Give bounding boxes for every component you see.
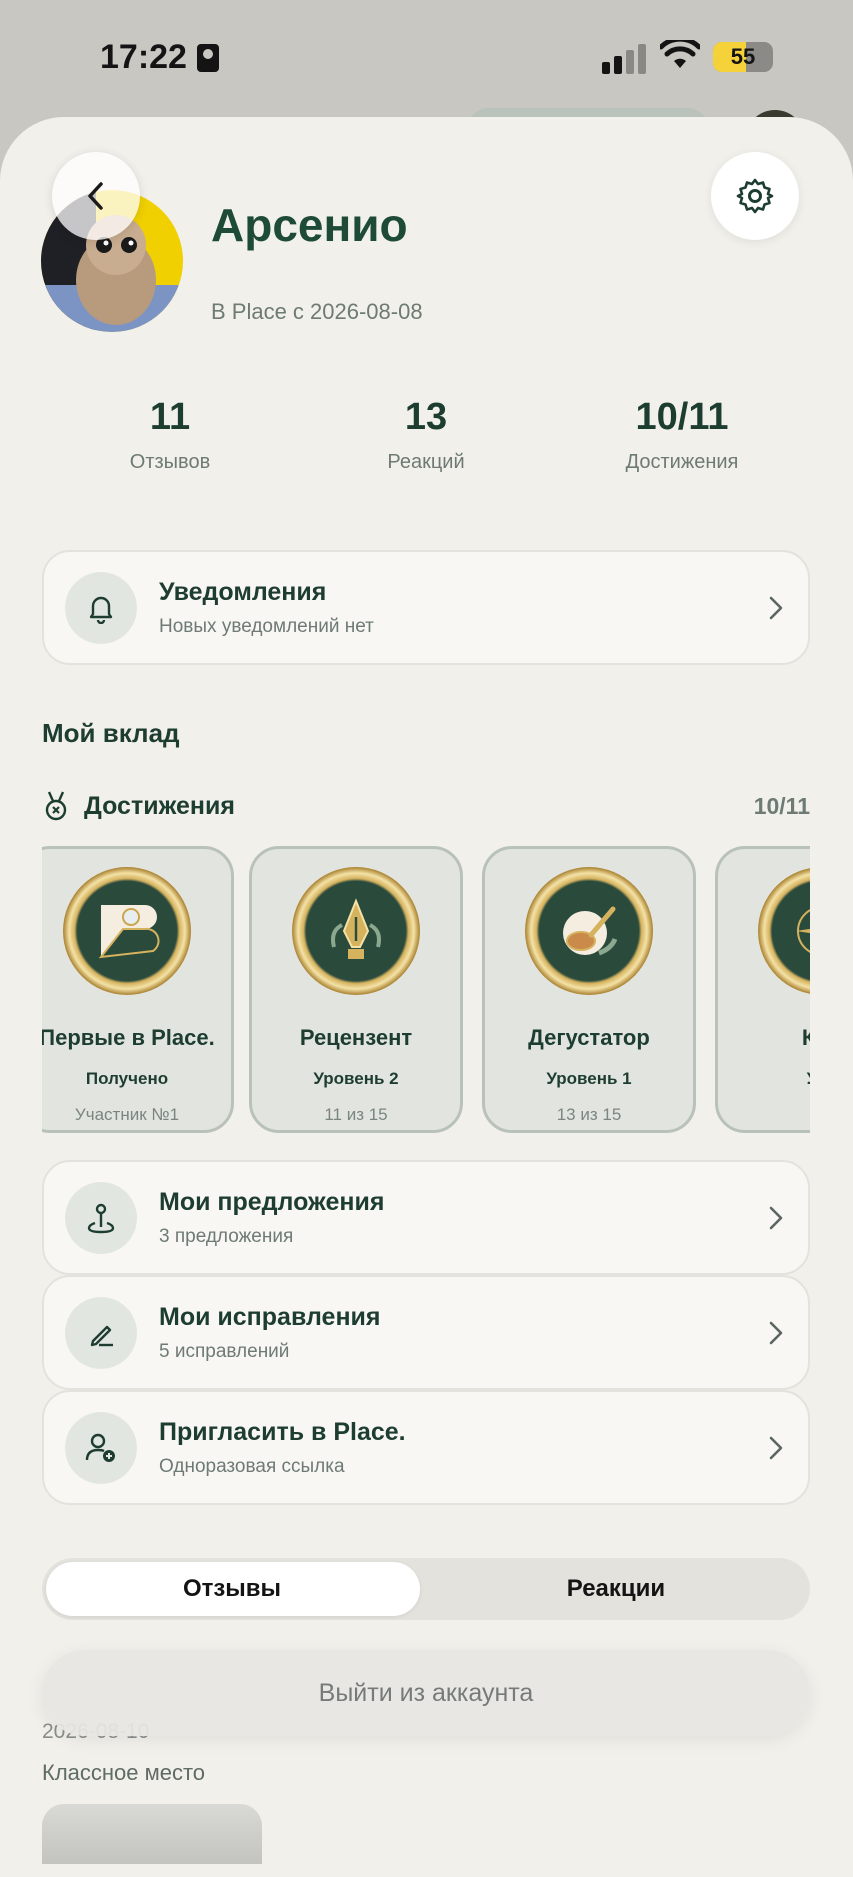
achievements-label: Достижения: [84, 791, 235, 820]
back-button[interactable]: [52, 152, 140, 240]
badge-level: Уро: [718, 1069, 810, 1089]
badge-level: Уровень 1: [546, 1069, 632, 1088]
achievements-carousel[interactable]: Первые в Place. Получено Участник №1 Рец…: [42, 846, 810, 1134]
chevron-right-icon: [769, 1206, 783, 1229]
stat-value: 13: [404, 396, 448, 438]
gear-icon: [736, 178, 774, 214]
logout-button[interactable]: Выйти из аккаунта: [42, 1650, 810, 1736]
id-card-icon: [196, 43, 219, 72]
achievements-header[interactable]: Достижения 10/11: [42, 790, 810, 822]
pencil-icon: [65, 1296, 137, 1369]
badge-card[interactable]: Рецензент Уровень 2 11 из 15: [249, 846, 463, 1133]
review-text: Классное место: [42, 1760, 206, 1785]
tab-reviews[interactable]: Отзывы: [42, 1558, 422, 1620]
stat-label: Отзывов: [129, 451, 211, 473]
medal-icon: [45, 791, 67, 821]
chevron-right-icon: [769, 596, 783, 619]
menu-subtitle: 3 предложения: [159, 1225, 294, 1247]
status-bar: 17:22 55: [0, 0, 853, 110]
diamond-badge-icon: [63, 867, 191, 995]
compass-badge-icon: [758, 867, 810, 995]
menu-title: Пригласить в Place.: [159, 1417, 406, 1446]
badge-progress: 1: [718, 1105, 810, 1125]
notifications-subtitle: Новых уведомлений нет: [159, 615, 374, 637]
settings-button[interactable]: [711, 152, 799, 240]
battery-level: 55: [730, 44, 756, 69]
stat-label: Достижения: [625, 451, 739, 473]
menu-subtitle: Одноразовая ссылка: [159, 1455, 345, 1477]
cellular-signal-icon: [602, 44, 646, 74]
menu-subtitle: 5 исправлений: [159, 1340, 290, 1362]
menu-title: Мои предложения: [159, 1187, 385, 1216]
chevron-right-icon: [769, 1321, 783, 1344]
tab-reactions[interactable]: Реакции: [426, 1558, 806, 1620]
stat-value: 10/11: [635, 396, 729, 438]
my-suggestions-card[interactable]: Мои предложения 3 предложения: [42, 1160, 810, 1275]
badge-title: Первые в Place.: [42, 1025, 215, 1050]
wifi-icon: [660, 40, 700, 68]
my-corrections-card[interactable]: Мои исправления 5 исправлений: [42, 1275, 810, 1390]
notifications-title: Уведомления: [159, 577, 327, 606]
badge-level: Уровень 2: [313, 1069, 399, 1088]
bell-icon: [65, 571, 137, 644]
time-text: 17:22: [100, 38, 187, 76]
battery-icon: 55: [713, 42, 773, 72]
stat-label: Реакций: [387, 451, 465, 473]
badge-progress: Участник №1: [74, 1105, 180, 1124]
chevron-right-icon: [769, 1436, 783, 1459]
notifications-card[interactable]: Уведомления Новых уведомлений нет: [42, 550, 810, 665]
badge-progress: 11 из 15: [324, 1105, 388, 1124]
badge-card[interactable]: Кол Уро 1: [715, 846, 810, 1133]
badge-title: Кол: [801, 1025, 810, 1050]
spoon-badge-icon: [525, 867, 653, 995]
menu-title: Мои исправления: [159, 1302, 381, 1331]
add-user-icon: [65, 1411, 137, 1484]
profile-tabs: Отзывы Реакции: [42, 1558, 810, 1620]
contribution-title: Мой вклад: [42, 718, 180, 748]
stat-achievements[interactable]: 10/11 Достижения: [582, 396, 782, 474]
clock: 17:22: [100, 38, 219, 77]
stat-reviews[interactable]: 11 Отзывов: [70, 396, 270, 474]
badge-progress: 13 из 15: [556, 1105, 622, 1124]
review-photo[interactable]: [42, 1804, 262, 1864]
profile-name: Арсенио: [211, 199, 408, 251]
stat-reactions[interactable]: 13 Реакций: [326, 396, 526, 474]
pen-nib-badge-icon: [292, 867, 420, 995]
badge-title: Дегустатор: [528, 1025, 650, 1050]
achievements-count: 10/11: [753, 792, 810, 819]
badge-card[interactable]: Дегустатор Уровень 1 13 из 15: [482, 846, 696, 1133]
badge-card[interactable]: Первые в Place. Получено Участник №1: [42, 846, 234, 1133]
chevron-left-icon: [88, 182, 103, 210]
stat-value: 11: [149, 396, 191, 438]
map-pin-icon: [65, 1181, 137, 1254]
member-since: В Place с 2026-08-08: [211, 299, 423, 324]
badge-level: Получено: [85, 1069, 169, 1088]
invite-card[interactable]: Пригласить в Place. Одноразовая ссылка: [42, 1390, 810, 1505]
badge-title: Рецензент: [299, 1025, 413, 1050]
